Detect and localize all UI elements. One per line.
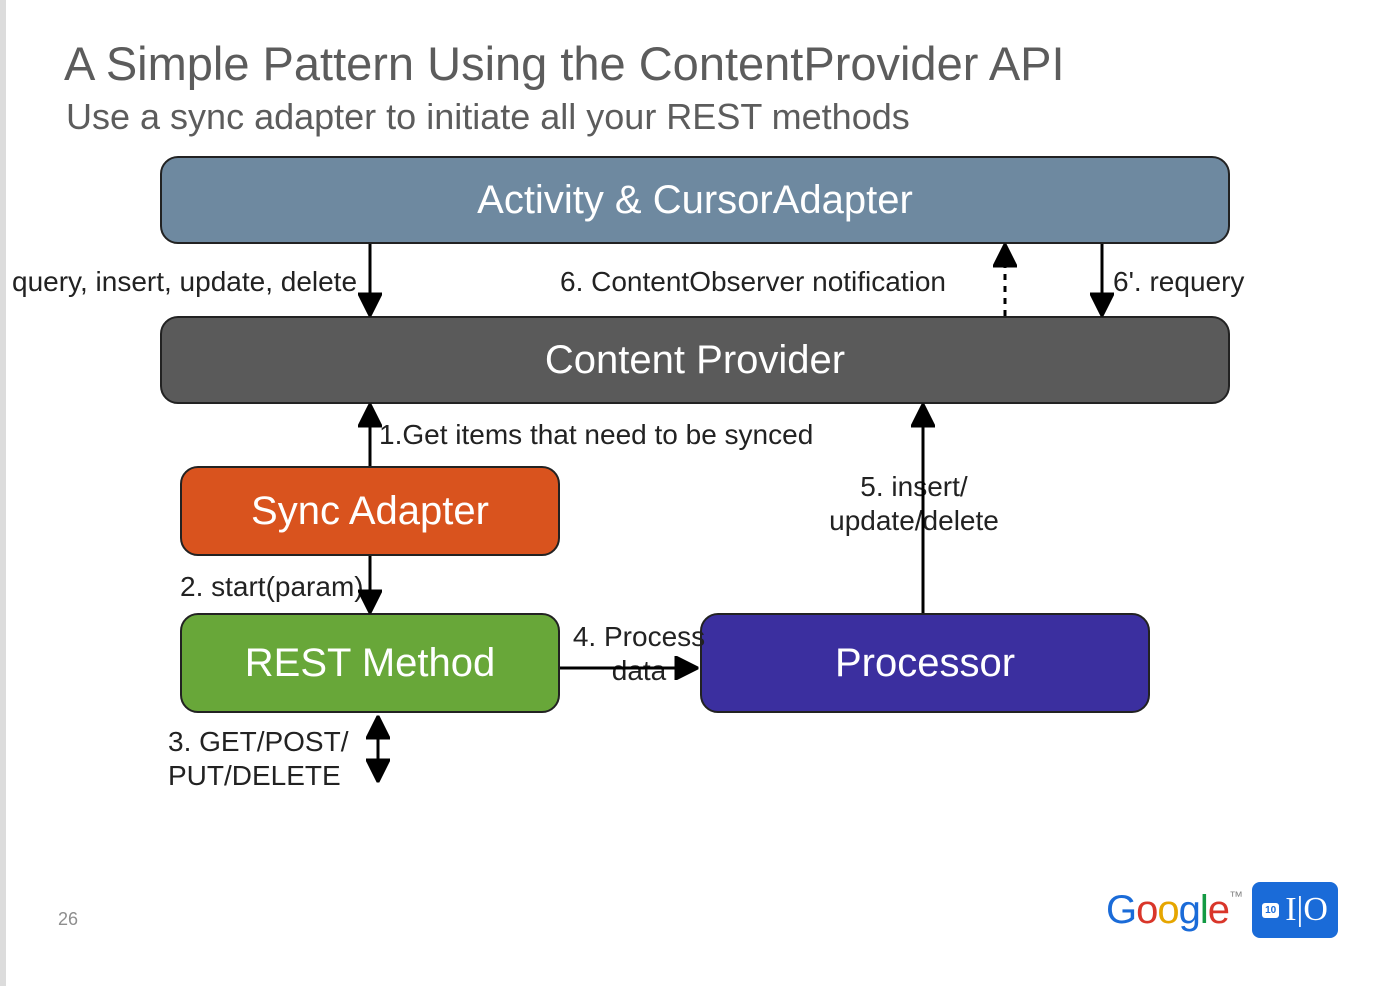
io-year: 10: [1262, 903, 1279, 918]
box-rest-method-label: REST Method: [245, 641, 496, 686]
label-step6p: 6'. requery: [1113, 265, 1244, 299]
tm-symbol: ™: [1229, 888, 1242, 904]
label-step3: 3. GET/POST/ PUT/DELETE: [168, 725, 388, 792]
box-processor-label: Processor: [835, 641, 1015, 686]
page-number: 26: [58, 909, 78, 930]
footer-logo: Google™ 10 I|O: [1106, 882, 1338, 938]
box-sync-adapter: Sync Adapter: [180, 466, 560, 556]
label-step3-line2: PUT/DELETE: [168, 760, 341, 791]
google-logo-text: Google™: [1106, 888, 1242, 933]
label-step6: 6. ContentObserver notification: [560, 265, 946, 299]
label-step1: 1.Get items that need to be synced: [379, 418, 813, 452]
left-margin-bar: [0, 0, 6, 986]
slide: A Simple Pattern Using the ContentProvid…: [0, 0, 1392, 986]
box-content-provider: Content Provider: [160, 316, 1230, 404]
label-step5: 5. insert/ update/delete: [824, 470, 1004, 537]
box-activity-cursoradapter: Activity & CursorAdapter: [160, 156, 1230, 244]
label-step4-line1: 4. Process: [573, 621, 705, 652]
label-step4: 4. Process data: [569, 620, 709, 687]
label-step4-line2: data: [612, 655, 667, 686]
io-text: I|O: [1285, 891, 1328, 929]
label-crud: query, insert, update, delete: [12, 265, 357, 299]
label-step5-line2: update/delete: [829, 505, 999, 536]
box-content-provider-label: Content Provider: [545, 338, 845, 383]
label-step3-line1: 3. GET/POST/: [168, 726, 348, 757]
box-sync-adapter-label: Sync Adapter: [251, 489, 489, 534]
box-rest-method: REST Method: [180, 613, 560, 713]
slide-title: A Simple Pattern Using the ContentProvid…: [64, 36, 1065, 91]
io-badge: 10 I|O: [1252, 882, 1338, 938]
slide-subtitle: Use a sync adapter to initiate all your …: [66, 96, 910, 138]
box-activity-label: Activity & CursorAdapter: [477, 178, 913, 223]
label-step5-line1: 5. insert/: [860, 471, 967, 502]
box-processor: Processor: [700, 613, 1150, 713]
label-step2: 2. start(param): [180, 570, 364, 604]
